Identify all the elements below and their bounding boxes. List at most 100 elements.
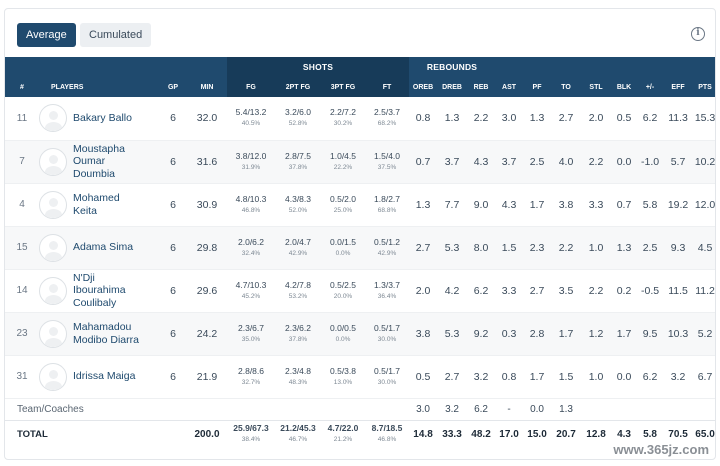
avatar <box>39 276 67 305</box>
table-row[interactable]: 4 Mohamed Keita 6 30.9 4.8/10.3 46.8% 4.3/8.3 52… <box>5 183 715 227</box>
fg2-value: 2.0/4.7 42.9% <box>275 226 321 270</box>
player-cell: Adama Sima <box>39 226 159 270</box>
column-header-oreb[interactable]: OREB <box>409 77 438 97</box>
player-name-line: Ibourahima <box>73 284 126 297</box>
player-name-link[interactable]: Moustapha Oumar Doumbia <box>73 143 125 181</box>
player-number: 31 <box>5 355 39 399</box>
fg3-value: 0.5/3.8 13.0% <box>321 355 365 399</box>
player-name-link[interactable]: N'Dji Ibourahima Coulibaly <box>73 272 126 310</box>
gp-value: 6 <box>159 97 187 141</box>
table-row[interactable]: 15 Adama Sima 6 29.8 2.0/6.2 32.4% 2.0/4.7 42.9… <box>5 226 715 270</box>
stl-value: 2.2 <box>581 140 612 184</box>
column-header-ast[interactable]: AST <box>495 77 524 97</box>
fg2-value-made: 4.2/7.8 <box>285 279 311 290</box>
player-number: 4 <box>5 183 39 227</box>
min-value: 21.9 <box>187 355 227 399</box>
player-name-link[interactable]: Mohamed Keita <box>73 192 120 217</box>
team-empty-cell <box>663 398 693 420</box>
total-label: TOTAL <box>5 419 187 448</box>
ft-value-percent: 37.5% <box>377 163 397 171</box>
table-row[interactable]: 14 N'Dji Ibourahima Coulibaly 6 29.6 4.7/10.3 4… <box>5 269 715 313</box>
column-header-fg[interactable]: FG <box>227 77 275 97</box>
gp-value: 6 <box>159 355 187 399</box>
column-header-pf[interactable]: PF <box>523 77 552 97</box>
blk-value: 0.5 <box>611 97 638 141</box>
total-ft-value-percent: 46.8% <box>377 436 397 444</box>
min-value: 29.6 <box>187 269 227 313</box>
pm-value: 2.5 <box>637 226 664 270</box>
column-header-reb[interactable]: REB <box>467 77 496 97</box>
fg2-value-percent: 37.8% <box>288 335 308 343</box>
player-name-link[interactable]: Idrissa Maiga <box>73 370 135 383</box>
ft-value-made: 2.5/3.7 <box>374 107 401 118</box>
eff-value: 11.5 <box>663 269 694 313</box>
pf-value: 1.7 <box>523 183 552 227</box>
pf-value: 2.3 <box>523 226 552 270</box>
column-header-blk[interactable]: BLK <box>611 77 638 97</box>
column-header-3pt-fg[interactable]: 3PT FG <box>321 77 365 97</box>
average-toggle-button[interactable]: Average <box>17 23 76 47</box>
ast-value: 1.5 <box>495 226 524 270</box>
pm-value: 5.8 <box>637 183 664 227</box>
fg-value: 4.7/10.3 45.2% <box>227 269 275 313</box>
gp-value: 6 <box>159 312 187 356</box>
fg-value-made: 5.4/13.2 <box>235 107 267 118</box>
fg-value-percent: 31.9% <box>241 163 261 171</box>
column-header-stl[interactable]: STL <box>581 77 612 97</box>
pf-value: 1.7 <box>523 355 552 399</box>
ast-value: 0.8 <box>495 355 524 399</box>
table-row[interactable]: 31 Idrissa Maiga 6 21.9 2.8/8.6 32.7% 2.3/4.8 4… <box>5 355 715 399</box>
total-fg3-value-made: 4.7/22.0 <box>327 423 359 434</box>
fg2-value-percent: 48.3% <box>288 378 308 386</box>
player-name-line: Keita <box>73 204 97 217</box>
ft-value-made: 1.8/2.7 <box>374 193 401 204</box>
table-row[interactable]: 7 Moustapha Oumar Doumbia 6 31.6 3.8/12.0 31.9%… <box>5 140 715 184</box>
column-header-dreb[interactable]: DREB <box>437 77 468 97</box>
table-row[interactable]: 11 Bakary Ballo 6 32.0 5.4/13.2 40.5% 3.2/6.0 5… <box>5 97 715 141</box>
column-header-players[interactable]: PLAYERS <box>39 77 159 97</box>
ft-value-percent: 42.9% <box>377 249 397 257</box>
ft-value: 0.5/1.2 42.9% <box>365 226 410 270</box>
dreb-value: 7.7 <box>437 183 468 227</box>
player-name-link[interactable]: Adama Sima <box>73 241 133 254</box>
column-header-pts[interactable]: PTS <box>693 77 715 97</box>
group-header-spacer <box>5 57 227 77</box>
ft-value-made: 1.5/4.0 <box>374 150 401 161</box>
dreb-value: 5.3 <box>437 312 468 356</box>
column-header-2pt-fg[interactable]: 2PT FG <box>275 77 321 97</box>
group-header-spacer-right <box>495 57 715 77</box>
fg-value: 2.3/6.7 35.0% <box>227 312 275 356</box>
column-header-eff[interactable]: EFF <box>663 77 694 97</box>
player-number: 15 <box>5 226 39 270</box>
player-name-link[interactable]: Mahamadou Modibo Diarra <box>73 321 139 346</box>
table-row[interactable]: 23 Mahamadou Modibo Diarra 6 24.2 2.3/6.7 35.0… <box>5 312 715 356</box>
ast-value: 3.7 <box>495 140 524 184</box>
reb-value: 3.2 <box>467 355 496 399</box>
fg-value: 2.0/6.2 32.4% <box>227 226 275 270</box>
column-header-number[interactable]: # <box>5 77 39 97</box>
fg2-value: 4.3/8.3 52.0% <box>275 183 321 227</box>
total-fg3-value: 4.7/22.0 21.2% <box>321 419 365 448</box>
fg3-value-percent: 13.0% <box>333 378 353 386</box>
reb-value: 4.3 <box>467 140 496 184</box>
fg2-value: 2.3/6.2 37.8% <box>275 312 321 356</box>
ft-value-percent: 68.8% <box>377 206 397 214</box>
fg-value-made: 2.3/6.7 <box>238 322 264 333</box>
ft-value: 1.8/2.7 68.8% <box>365 183 410 227</box>
player-name-link[interactable]: Bakary Ballo <box>73 112 132 125</box>
avatar <box>39 190 67 219</box>
column-header-ft[interactable]: FT <box>365 77 410 97</box>
column-header--[interactable]: +/- <box>637 77 664 97</box>
total-fg2-value-made: 21.2/45.3 <box>280 423 316 434</box>
column-header-min[interactable]: MIN <box>187 77 227 97</box>
pm-value: 6.2 <box>637 97 664 141</box>
column-header-to[interactable]: TO <box>551 77 582 97</box>
team-dreb-value: 3.2 <box>445 403 459 415</box>
info-icon[interactable]: i <box>691 27 705 41</box>
group-header-shots: SHOTS <box>227 57 410 77</box>
pm-value: 6.2 <box>637 355 664 399</box>
column-header-gp[interactable]: GP <box>159 77 187 97</box>
cumulated-toggle-button[interactable]: Cumulated <box>80 23 152 47</box>
avatar <box>39 362 67 391</box>
pf-value: 2.8 <box>523 312 552 356</box>
